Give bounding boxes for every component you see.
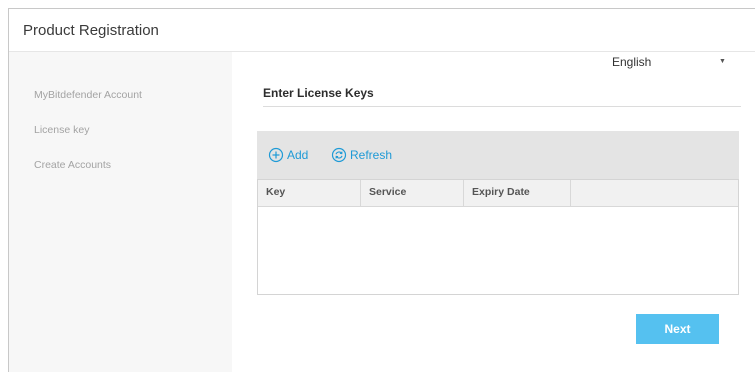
section-title: Enter License Keys bbox=[263, 86, 741, 107]
language-dropdown[interactable]: English ▼ bbox=[612, 55, 732, 69]
license-table: Key Service Expiry Date bbox=[257, 179, 739, 295]
next-button[interactable]: Next bbox=[636, 314, 719, 344]
title-bar: Product Registration bbox=[9, 9, 755, 52]
window-title: Product Registration bbox=[23, 21, 159, 39]
add-button[interactable]: Add bbox=[268, 147, 308, 163]
refresh-label: Refresh bbox=[350, 148, 393, 162]
table-body bbox=[258, 207, 738, 294]
sidebar-item-mybitdefender-account[interactable]: MyBitdefender Account bbox=[34, 89, 142, 101]
add-circle-icon bbox=[268, 147, 284, 163]
table-header: Key Service Expiry Date bbox=[258, 180, 738, 207]
column-header-service[interactable]: Service bbox=[361, 180, 464, 206]
column-header-expiry-date[interactable]: Expiry Date bbox=[464, 180, 571, 206]
refresh-button[interactable]: Refresh bbox=[331, 147, 392, 163]
dropdown-arrow-icon: ▼ bbox=[719, 58, 726, 65]
add-label: Add bbox=[287, 148, 309, 162]
language-selected: English bbox=[612, 55, 652, 69]
sidebar-item-create-accounts[interactable]: Create Accounts bbox=[34, 159, 111, 171]
column-header-key[interactable]: Key bbox=[258, 180, 361, 206]
refresh-icon bbox=[331, 147, 347, 163]
sidebar: MyBitdefender Account License key Create… bbox=[9, 52, 232, 372]
license-toolbar: Add Refresh bbox=[257, 131, 739, 179]
column-header-empty bbox=[571, 180, 738, 206]
sidebar-item-license-key[interactable]: License key bbox=[34, 124, 89, 136]
